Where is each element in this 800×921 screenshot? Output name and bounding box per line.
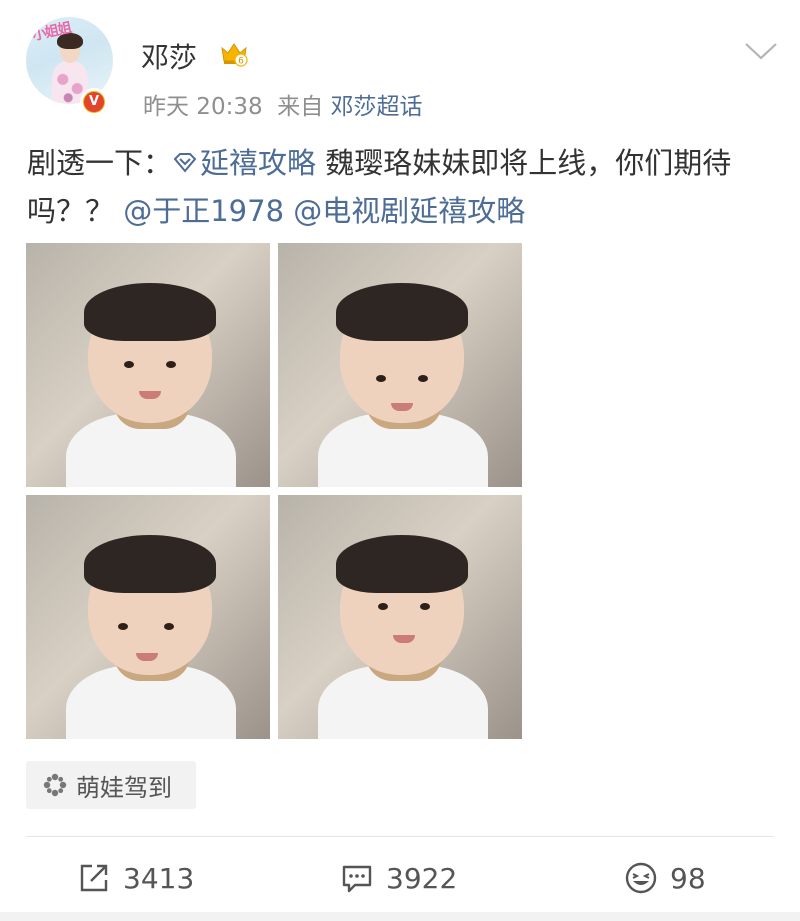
verified-badge-letter: V — [84, 92, 104, 112]
photo-eye-left — [124, 361, 134, 368]
crown-badge-icon[interactable]: 6 — [219, 38, 249, 68]
photo-eye-left — [118, 623, 128, 630]
photo-hair — [84, 283, 216, 341]
photo-hair — [84, 535, 216, 593]
comment-button[interactable]: 3922 — [340, 856, 457, 900]
author-name[interactable]: 邓莎 — [141, 36, 197, 76]
topic-tag-chip[interactable]: 萌娃驾到 — [26, 761, 196, 809]
post-photo-4[interactable] — [278, 495, 522, 739]
photo-eye-right — [164, 623, 174, 630]
action-divider — [26, 836, 774, 837]
photo-eye-left — [376, 375, 386, 382]
photo-eye-right — [418, 375, 428, 382]
share-count: 3413 — [123, 861, 195, 895]
comment-icon — [342, 865, 372, 893]
topic-link[interactable]: 延禧攻略 — [172, 146, 316, 180]
share-button[interactable]: 3413 — [77, 856, 194, 900]
diamond-topic-icon — [173, 153, 197, 173]
photo-hair — [336, 283, 468, 341]
bottom-separator — [0, 912, 800, 921]
chevron-down-icon[interactable] — [744, 40, 778, 62]
photo-eye-right — [166, 361, 176, 368]
like-count: 98 — [670, 861, 706, 895]
post-photo-2[interactable] — [278, 243, 522, 487]
mention-link-2[interactable]: @电视剧延禧攻略 — [293, 194, 525, 228]
post-meta: 昨天 20:38 来自 邓莎超话 — [143, 87, 423, 121]
topic-label: 延禧攻略 — [200, 146, 317, 180]
tag-chip-label: 萌娃驾到 — [76, 773, 172, 802]
post-source-link[interactable]: 邓莎超话 — [331, 94, 423, 120]
share-icon — [80, 864, 108, 892]
verified-badge-icon: V — [80, 88, 108, 116]
pinwheel-icon — [43, 773, 67, 797]
comment-count: 3922 — [386, 861, 458, 895]
photo-hair — [336, 535, 468, 593]
badge-level: 6 — [238, 57, 244, 67]
post-text-prefix: 剧透一下： — [27, 146, 173, 180]
post-text: 剧透一下： 延禧攻略 魏璎珞妹妹即将上线，你们期待吗？？ @于正1978 @电视剧… — [27, 139, 777, 235]
post-photo-3[interactable] — [26, 495, 270, 739]
like-button[interactable]: 98 — [624, 856, 706, 900]
from-prefix: 来自 — [277, 94, 324, 120]
photo-eye-right — [420, 603, 430, 610]
photo-eye-left — [378, 603, 388, 610]
post-photo-1[interactable] — [26, 243, 270, 487]
smile-like-icon — [625, 862, 657, 894]
mention-link-1[interactable]: @于正1978 — [123, 194, 284, 228]
post-time: 昨天 20:38 — [143, 94, 263, 120]
